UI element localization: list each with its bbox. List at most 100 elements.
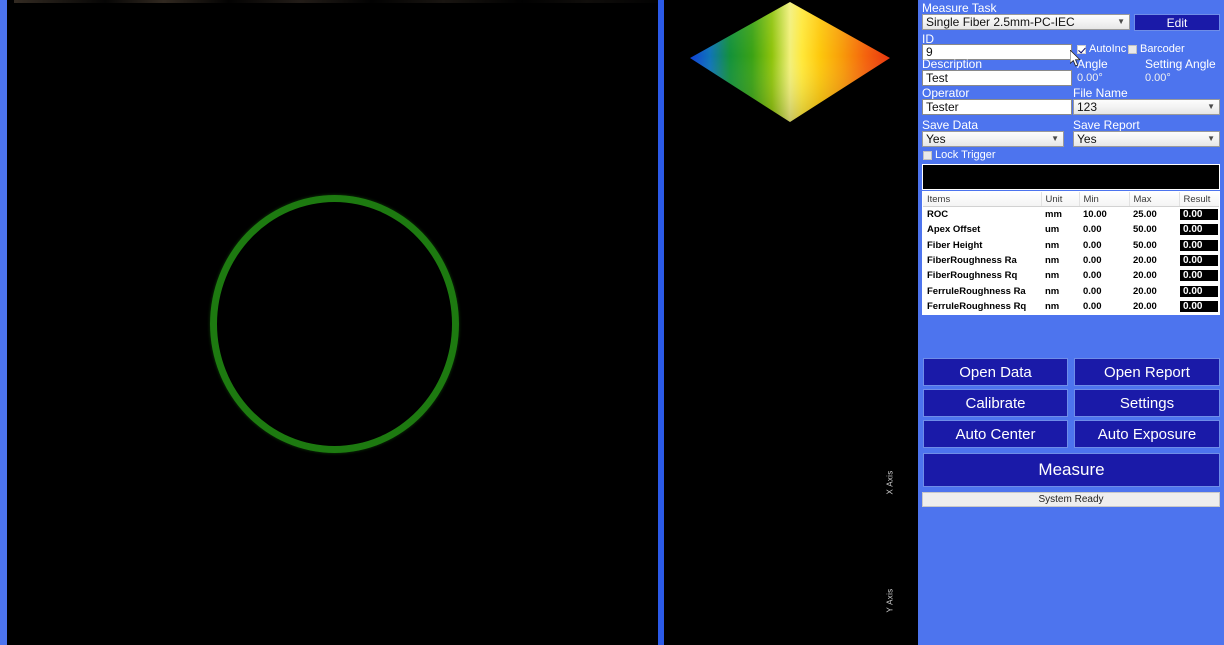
autoinc-label: AutoInc	[1089, 43, 1127, 55]
results-table: Items Unit Min Max Result ROC mm 10.00 25.0…	[923, 192, 1219, 314]
control-panel: Measure Task Single Fiber 2.5mm-PC-IEC ▼…	[918, 0, 1224, 645]
cell-min: 10.00	[1083, 209, 1107, 221]
table-row[interactable]: FerruleRoughness Ra nm 0.00 20.00 0.00	[923, 283, 1219, 298]
cell-item: FerruleRoughness Rq	[927, 300, 1027, 312]
checkbox-box-icon	[1128, 44, 1137, 54]
cell-item: FerruleRoughness Ra	[927, 285, 1026, 297]
cell-unit: um	[1045, 224, 1060, 236]
chevron-down-icon: ▼	[1117, 17, 1125, 26]
cell-min: 0.00	[1083, 239, 1102, 251]
cell-result: 0.00	[1179, 283, 1219, 298]
sensor-noise-line	[14, 0, 658, 3]
cell-result: 0.00	[1179, 238, 1219, 253]
left-edge-strip	[0, 0, 7, 645]
table-row[interactable]: Apex Offset um 0.00 50.00 0.00	[923, 222, 1219, 237]
3d-surface-view[interactable]: X Axis Y Axis	[664, 0, 918, 645]
setting-angle-value: 0.00°	[1145, 72, 1171, 84]
results-table-container[interactable]: Items Unit Min Max Result ROC mm 10.00 25.0…	[922, 191, 1220, 315]
col-result: Result	[1179, 192, 1219, 207]
save-data-label: Save Data	[922, 118, 979, 132]
cell-item: Fiber Height	[927, 239, 983, 251]
save-report-value: Yes	[1077, 132, 1097, 146]
auto-center-button[interactable]: Auto Center	[923, 420, 1068, 448]
message-strip	[922, 164, 1220, 190]
cell-min: 0.00	[1083, 300, 1102, 312]
table-row[interactable]: ROC mm 10.00 25.00 0.00	[923, 207, 1219, 223]
cell-item: Apex Offset	[927, 224, 981, 236]
col-unit: Unit	[1041, 192, 1080, 207]
edit-task-button[interactable]: Edit	[1134, 14, 1220, 31]
chevron-down-icon: ▼	[1051, 134, 1059, 143]
cell-max: 25.00	[1133, 209, 1157, 221]
cell-max: 20.00	[1133, 285, 1157, 297]
table-row[interactable]: FerruleRoughness Rq nm 0.00 20.00 0.00	[923, 299, 1219, 314]
cell-item: FiberRoughness Rq	[927, 270, 1018, 282]
open-report-button[interactable]: Open Report	[1074, 358, 1220, 386]
checkbox-box-icon	[1077, 44, 1086, 54]
measure-task-select[interactable]: Single Fiber 2.5mm-PC-IEC ▼	[922, 14, 1130, 30]
autoinc-checkbox[interactable]: AutoInc	[1077, 43, 1126, 55]
interferogram-view[interactable]	[7, 0, 658, 645]
col-min: Min	[1079, 192, 1130, 207]
cell-min: 0.00	[1083, 224, 1102, 236]
file-name-select[interactable]: 123 ▼	[1073, 99, 1220, 115]
cell-max: 20.00	[1133, 270, 1157, 282]
cell-item: FiberRoughness Ra	[927, 255, 1017, 267]
result-value: 0.00	[1179, 299, 1219, 313]
lock-trigger-checkbox[interactable]: Lock Trigger	[923, 149, 996, 161]
measure-task-value: Single Fiber 2.5mm-PC-IEC	[926, 15, 1075, 29]
result-value: 0.00	[1179, 238, 1219, 252]
calibrate-button[interactable]: Calibrate	[923, 389, 1068, 417]
cell-max: 50.00	[1133, 224, 1157, 236]
save-data-select[interactable]: Yes ▼	[922, 131, 1064, 147]
setting-angle-label: Setting Angle	[1145, 57, 1216, 71]
cell-item: ROC	[927, 209, 949, 221]
cell-unit: nm	[1045, 255, 1060, 267]
barcoder-checkbox[interactable]: Barcoder	[1128, 43, 1185, 55]
cell-result: 0.00	[1179, 253, 1219, 268]
cell-unit: nm	[1045, 300, 1060, 312]
fiber-detection-circle-overlay	[210, 195, 459, 453]
chevron-down-icon: ▼	[1207, 102, 1215, 111]
cell-min: 0.00	[1083, 255, 1102, 267]
measure-button[interactable]: Measure	[923, 453, 1220, 487]
lock-trigger-label: Lock Trigger	[935, 149, 996, 161]
auto-exposure-button[interactable]: Auto Exposure	[1074, 420, 1220, 448]
col-items: Items	[923, 192, 1042, 207]
checkbox-box-icon	[923, 150, 932, 160]
application-window: X Axis Y Axis Measure Task Single Fiber …	[0, 0, 1224, 645]
table-row[interactable]: FiberRoughness Ra nm 0.00 20.00 0.00	[923, 253, 1219, 268]
status-bar: System Ready	[922, 492, 1220, 507]
cell-unit: mm	[1045, 209, 1062, 221]
result-value: 0.00	[1179, 269, 1219, 283]
save-report-label: Save Report	[1073, 118, 1140, 132]
surface-rhombus-plot	[690, 2, 890, 122]
chevron-down-icon: ▼	[1207, 134, 1215, 143]
operator-input[interactable]: Tester	[922, 99, 1072, 115]
file-name-label: File Name	[1073, 86, 1128, 100]
open-data-button[interactable]: Open Data	[923, 358, 1068, 386]
y-axis-label: Y Axis	[885, 588, 895, 613]
cell-min: 0.00	[1083, 270, 1102, 282]
cell-max: 20.00	[1133, 255, 1157, 267]
table-row[interactable]: FiberRoughness Rq nm 0.00 20.00 0.00	[923, 268, 1219, 283]
description-input[interactable]: Test	[922, 70, 1072, 86]
cell-result: 0.00	[1179, 222, 1219, 237]
table-row[interactable]: Fiber Height nm 0.00 50.00 0.00	[923, 238, 1219, 253]
save-report-select[interactable]: Yes ▼	[1073, 131, 1220, 147]
x-axis-label: X Axis	[885, 470, 895, 495]
save-data-value: Yes	[926, 132, 946, 146]
angle-label: Angle	[1077, 57, 1108, 71]
cell-max: 50.00	[1133, 239, 1157, 251]
settings-button[interactable]: Settings	[1074, 389, 1220, 417]
result-value: 0.00	[1179, 223, 1219, 237]
result-value: 0.00	[1179, 284, 1219, 298]
cell-unit: nm	[1045, 285, 1060, 297]
col-max: Max	[1129, 192, 1180, 207]
cell-result: 0.00	[1179, 207, 1219, 223]
result-value: 0.00	[1179, 208, 1219, 222]
description-label: Description	[922, 57, 983, 71]
cell-unit: nm	[1045, 270, 1060, 282]
cell-max: 20.00	[1133, 300, 1157, 312]
cell-result: 0.00	[1179, 299, 1219, 314]
